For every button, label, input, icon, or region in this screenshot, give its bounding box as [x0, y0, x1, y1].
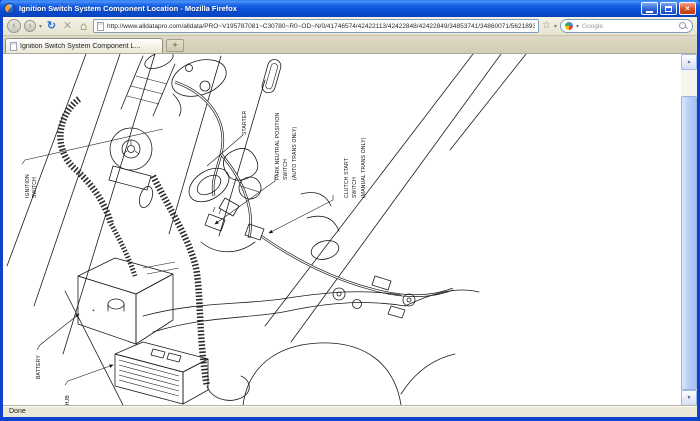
vertical-scrollbar[interactable]: ▲ ▼	[681, 54, 697, 406]
title-bar: Ignition Switch System Component Locatio…	[0, 0, 700, 17]
search-placeholder: Google	[582, 23, 676, 30]
diagram-starter	[183, 161, 239, 216]
label-park-neutral-1: PARK NEUTRAL POSITION	[275, 113, 281, 180]
component-location-diagram: + IGNITIO	[3, 54, 681, 405]
scroll-down-button[interactable]: ▼	[681, 390, 697, 406]
window-title: Ignition Switch System Component Locatio…	[19, 4, 641, 13]
diagram-uhjb	[115, 342, 208, 404]
google-engine-icon[interactable]	[565, 22, 573, 30]
label-ignition-switch: IGNITION	[25, 174, 31, 198]
refresh-button[interactable]: ↻	[45, 19, 58, 33]
home-button[interactable]: ⌂	[77, 19, 90, 33]
navigation-toolbar: ‹ › ▾ ↻ ✕ ⌂ http://www.alldatapro.com/al…	[3, 17, 697, 36]
stop-button[interactable]: ✕	[61, 19, 74, 33]
scroll-down-icon: ▼	[687, 395, 692, 401]
bookmark-star-icon[interactable]: ☆	[542, 20, 551, 32]
page-content: + IGNITIO	[3, 53, 697, 405]
forward-button[interactable]: ›	[24, 20, 36, 32]
status-text: Done	[3, 408, 26, 415]
scrollbar-thumb[interactable]	[681, 96, 697, 390]
label-clutch-start-1: CLUTCH START	[344, 158, 350, 198]
maximize-button[interactable]	[660, 2, 677, 15]
status-bar: Done	[3, 405, 697, 417]
label-ignition-switch-2: SWITCH	[32, 177, 38, 198]
minimize-icon	[646, 11, 653, 13]
page-icon	[97, 22, 104, 31]
label-uhjb: UHJB	[65, 395, 71, 405]
battery-plus-sign: +	[92, 308, 95, 314]
label-park-neutral-3: (AUTO TRANS ONLY)	[292, 126, 298, 180]
diagram-connectors	[205, 207, 415, 318]
browser-window: Ignition Switch System Component Locatio…	[0, 0, 700, 421]
label-battery: BATTERY	[36, 355, 42, 379]
back-button[interactable]: ‹	[7, 19, 21, 33]
new-tab-button[interactable]: +	[166, 39, 184, 52]
search-input[interactable]: ▾ Google	[560, 19, 693, 33]
label-park-neutral-2: SWITCH	[283, 159, 289, 180]
scroll-up-icon: ▲	[687, 59, 692, 65]
bookmark-dropdown-icon[interactable]: ▾	[554, 23, 557, 30]
firefox-icon	[4, 3, 15, 14]
url-field[interactable]: http://www.alldatapro.com/alldata/PRO~V1…	[93, 19, 539, 33]
diagram-fender	[143, 290, 479, 405]
search-icon[interactable]	[679, 22, 688, 31]
url-text: http://www.alldatapro.com/alldata/PRO~V1…	[107, 23, 535, 30]
diagram-battery: +	[78, 258, 179, 344]
search-engine-dropdown-icon[interactable]: ▾	[576, 23, 579, 30]
maximize-icon	[665, 6, 672, 12]
label-clutch-start-3: (MANUAL TRANS ONLY)	[361, 137, 367, 198]
tab-label: Ignition Switch System Component L...	[20, 43, 140, 50]
label-clutch-start-2: SWITCH	[352, 177, 358, 198]
tab-ignition-switch[interactable]: Ignition Switch System Component L...	[5, 38, 163, 53]
minimize-button[interactable]	[641, 2, 658, 15]
label-starter: STARTER	[242, 111, 248, 135]
history-dropdown-icon[interactable]: ▾	[39, 23, 42, 30]
tab-bar: Ignition Switch System Component L... +	[3, 36, 697, 53]
diagram-panel-lines	[7, 54, 526, 405]
close-button[interactable]: ×	[679, 2, 696, 15]
window-bottom-border	[0, 417, 700, 421]
tab-page-icon	[10, 42, 17, 51]
scroll-up-button[interactable]: ▲	[681, 54, 697, 70]
